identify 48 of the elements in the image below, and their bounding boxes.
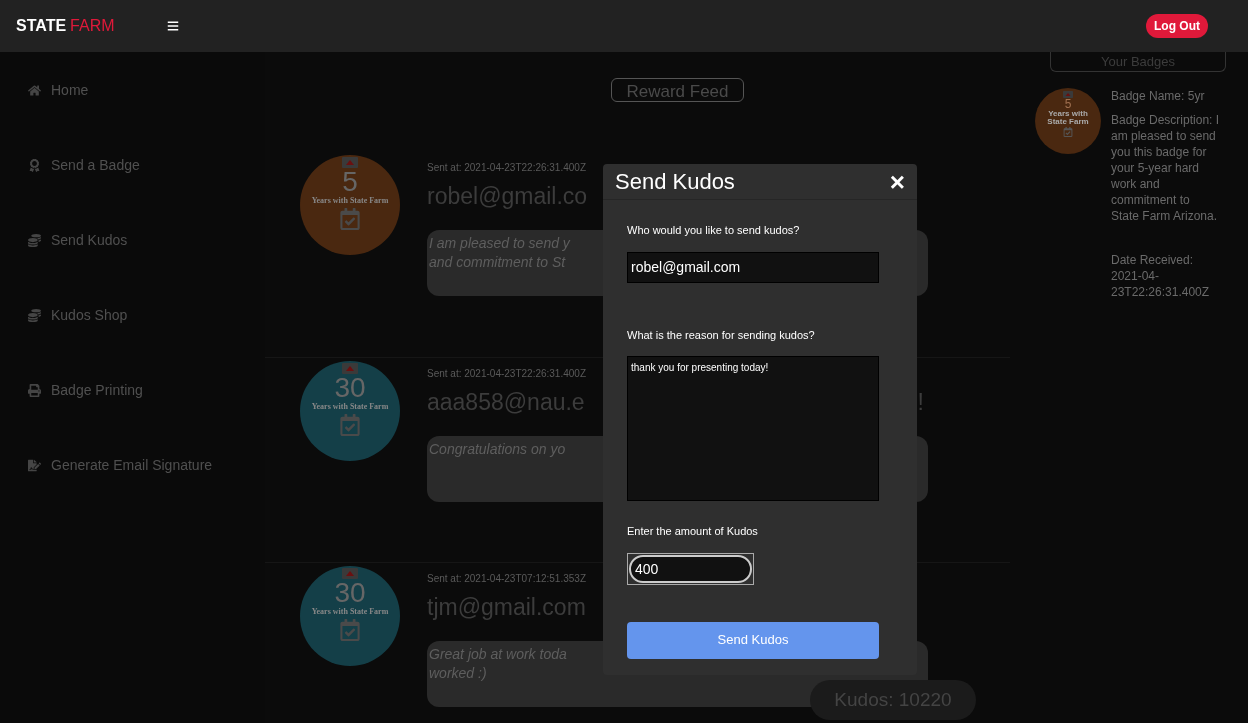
field-label: Who would you like to send kudos? (627, 223, 801, 238)
calendar-check-icon (339, 619, 361, 641)
sidebar-item[interactable]: Generate Email Signature (28, 455, 237, 475)
send-kudos-button[interactable]: Send Kudos (627, 621, 879, 659)
badge-number: 5 (342, 168, 358, 196)
field-label: Enter the amount of Kudos (627, 524, 759, 539)
logout-button[interactable]: Log Out (1146, 14, 1208, 38)
house-tab-icon (1063, 91, 1073, 98)
reason-textarea[interactable]: thank you for presenting today! (627, 356, 879, 501)
calendar-check-icon (339, 208, 361, 230)
date-received: Date Received: 2021-04-23T22:26:31.400Z (1111, 252, 1211, 300)
badge-caption: Years with State Farm (311, 607, 389, 616)
calendar-check-icon (339, 414, 361, 436)
printer-icon (28, 383, 41, 397)
reward-feed-button[interactable]: Reward Feed (611, 78, 744, 102)
house-tab-icon (342, 363, 358, 374)
sidebar-item[interactable]: Kudos Shop (28, 305, 237, 325)
badge-number: 30 (334, 374, 366, 402)
close-button[interactable]: × (889, 168, 905, 195)
brand-logo[interactable]: STATE FARM (16, 14, 115, 38)
badge-number: 30 (334, 579, 366, 607)
sent-time: Sent at: 2021-04-23T22:26:31.400Z (427, 367, 586, 381)
sidebar-item[interactable]: Home (28, 80, 237, 100)
house-tab-icon (342, 568, 358, 579)
badge-caption: Years with State Farm (311, 196, 389, 205)
coins-icon (28, 308, 41, 322)
badge-caption: Years with State Farm (1046, 110, 1090, 126)
recipient-input[interactable]: robel@gmail.com (627, 251, 879, 283)
coins-icon (28, 233, 41, 247)
badge-description: Badge Description: I am pleased to send you this badge for your 5-year hard work and commitment to State Farm Arizona. (1111, 112, 1221, 224)
modal-title: Send Kudos (615, 168, 735, 196)
calendar-check-icon (1063, 127, 1073, 137)
badge-number: 5 (1064, 98, 1072, 110)
house-tab-icon (342, 157, 358, 168)
ribbon-icon (28, 158, 41, 172)
signature-icon (28, 458, 41, 472)
sent-time: Sent at: 2021-04-23T07:12:51.353Z (427, 572, 586, 586)
sidebar-item[interactable]: Badge Printing (28, 380, 237, 400)
amount-input[interactable]: 400 (627, 552, 754, 585)
badge-name: Badge Name: 5yr (1111, 88, 1206, 104)
sidebar-item[interactable]: Send Kudos (28, 230, 237, 250)
sent-time: Sent at: 2021-04-23T22:26:31.400Z (427, 161, 586, 175)
menu-icon[interactable] (166, 20, 179, 32)
sidebar-item[interactable]: Send a Badge (28, 155, 237, 175)
badge-caption: Years with State Farm (311, 402, 389, 411)
field-label: What is the reason for sending kudos? (627, 327, 816, 343)
home-icon (28, 83, 41, 97)
heading-tail: ! (917, 388, 924, 417)
